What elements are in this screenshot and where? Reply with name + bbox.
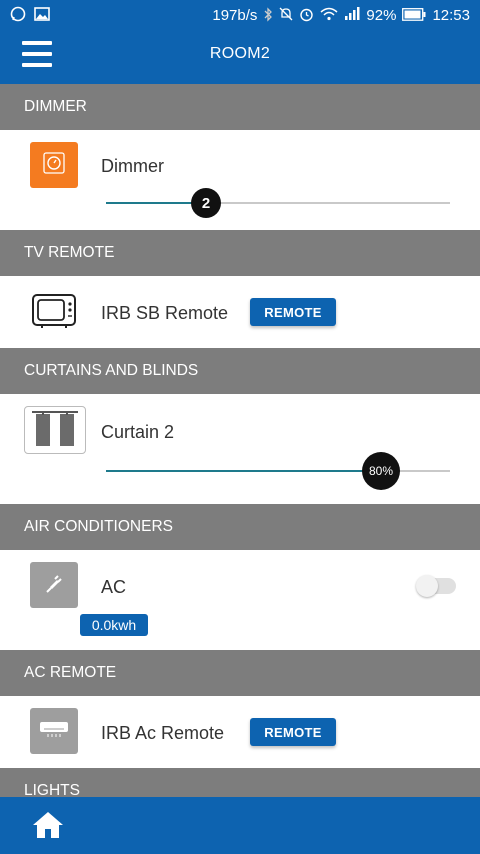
battery-percent: 92% <box>366 6 397 24</box>
energy-badge: 0.0kwh <box>80 614 148 636</box>
tv-tile[interactable] <box>30 289 78 335</box>
air-conditioner-icon <box>39 720 69 743</box>
dimmer-slider[interactable]: 2 <box>106 188 450 218</box>
alarm-icon <box>299 7 314 24</box>
tv-remote-card: IRB SB Remote REMOTE <box>0 276 480 348</box>
dimmer-card: Dimmer 2 <box>0 130 480 230</box>
dimmer-slider-knob[interactable]: 2 <box>191 188 221 218</box>
status-bar: 197b/s 92% 12:53 <box>0 0 480 30</box>
curtain-slider[interactable]: 80% <box>106 452 450 490</box>
device-list[interactable]: DIMMER Dimmer 2 TV REMOTE IRB SB Remote … <box>0 84 480 797</box>
page-title: ROOM2 <box>209 45 271 62</box>
section-header-air-conditioners: AIR CONDITIONERS <box>0 504 480 550</box>
ac-remote-tile[interactable] <box>30 708 78 754</box>
section-header-dimmer: DIMMER <box>0 84 480 130</box>
curtain-label: Curtain 2 <box>101 422 175 442</box>
tv-remote-label: IRB SB Remote <box>101 303 229 323</box>
net-speed: 197b/s <box>212 6 258 24</box>
curtain-slider-fill <box>106 470 381 472</box>
ac-remote-button[interactable]: REMOTE <box>250 718 336 746</box>
gallery-icon <box>34 7 50 23</box>
battery-icon <box>402 7 426 23</box>
bottom-bar <box>0 797 480 854</box>
section-header-curtains: CURTAINS AND BLINDS <box>0 348 480 394</box>
dimmer-tile[interactable] <box>30 142 78 188</box>
tv-icon <box>30 290 78 335</box>
wifi-icon <box>320 7 338 23</box>
bluetooth-icon <box>263 6 273 24</box>
section-header-lights: LIGHTS <box>0 768 480 797</box>
ac-label: AC <box>101 577 127 597</box>
section-header-ac-remote: AC REMOTE <box>0 650 480 696</box>
curtain-tile[interactable] <box>24 406 86 454</box>
ac-toggle-knob <box>416 575 438 597</box>
clock: 12:53 <box>432 6 470 24</box>
ac-remote-label: IRB Ac Remote <box>101 723 225 743</box>
whatsapp-icon <box>10 6 26 24</box>
dimmer-label: Dimmer <box>101 156 164 176</box>
ac-card: AC 0.0kwh <box>0 550 480 650</box>
tv-remote-button[interactable]: REMOTE <box>250 298 336 326</box>
curtain-icon <box>28 408 82 453</box>
curtain-slider-knob[interactable]: 80% <box>362 452 400 490</box>
app-bar: ROOM2 <box>0 30 480 84</box>
plug-icon <box>43 572 65 599</box>
dimmer-icon <box>41 150 67 181</box>
curtain-card: Curtain 2 80% <box>0 394 480 504</box>
section-header-tv-remote: TV REMOTE <box>0 230 480 276</box>
ac-remote-card: IRB Ac Remote REMOTE <box>0 696 480 768</box>
ac-tile[interactable] <box>30 562 78 608</box>
mute-icon <box>279 7 293 23</box>
signal-icon <box>344 7 360 23</box>
home-icon[interactable] <box>30 809 66 841</box>
ac-toggle[interactable] <box>416 575 456 597</box>
